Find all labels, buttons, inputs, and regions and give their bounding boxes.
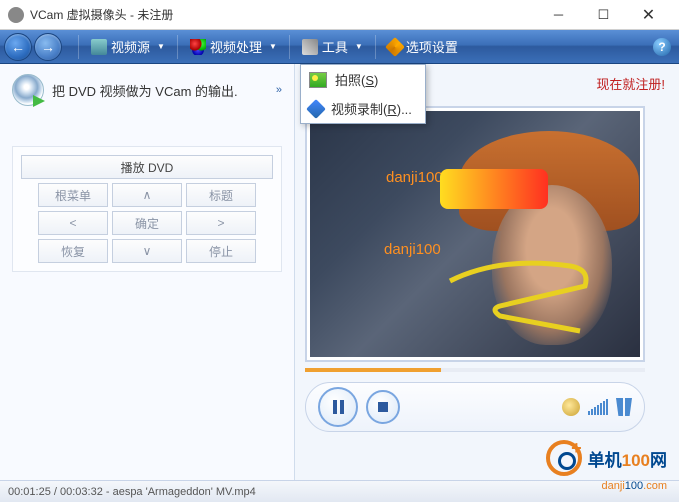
- ok-button[interactable]: 确定: [112, 211, 182, 235]
- nav-back-button[interactable]: ←: [4, 33, 32, 61]
- watermark-text: danji100: [386, 169, 443, 186]
- nav-forward-button[interactable]: →: [34, 33, 62, 61]
- video-process-menu[interactable]: 视频处理 ▼: [184, 33, 283, 61]
- stop-icon: [378, 402, 388, 412]
- logo-url: danji100.com: [602, 480, 667, 492]
- main-toolbar: ← → 视频源 ▼ 视频处理 ▼ 工具 ▼ 选项设置 ?: [0, 30, 679, 64]
- expand-icon[interactable]: »: [276, 84, 282, 96]
- video-content[interactable]: danji100 danji100: [310, 111, 640, 357]
- info-row: 把 DVD 视频做为 VCam 的输出. »: [12, 74, 282, 106]
- options-label: 选项设置: [406, 37, 458, 56]
- stop-playback-button[interactable]: [366, 390, 400, 424]
- video-process-icon: [190, 39, 206, 55]
- record-icon: [306, 99, 326, 119]
- mirror-icon[interactable]: [616, 398, 632, 416]
- help-button[interactable]: ?: [653, 38, 671, 56]
- minimize-button[interactable]: ─: [536, 0, 581, 30]
- title-button[interactable]: 标题: [186, 183, 256, 207]
- chevron-down-icon: ▼: [355, 42, 363, 51]
- maximize-button[interactable]: ☐: [581, 0, 626, 30]
- volume-indicator[interactable]: [588, 399, 608, 415]
- video-source-icon: [91, 39, 107, 55]
- logo-text: 单机100网: [588, 446, 667, 471]
- site-logo: 单机100网: [546, 440, 667, 476]
- left-pane: 把 DVD 视频做为 VCam 的输出. » 播放 DVD 根菜单 ∧ 标题 <…: [0, 64, 295, 480]
- chevron-down-icon: ▼: [157, 42, 165, 51]
- record-video-label: 视频录制(R)...: [331, 99, 412, 118]
- record-video-item[interactable]: 视频录制(R)...: [301, 94, 425, 123]
- app-icon: [8, 7, 24, 23]
- down-button[interactable]: ∨: [112, 239, 182, 263]
- chevron-down-icon: ▼: [269, 42, 277, 51]
- stop-button[interactable]: 停止: [186, 239, 256, 263]
- pause-icon: [333, 400, 344, 414]
- annotation-scribble: [440, 251, 600, 341]
- status-bar: 00:01:25 / 00:03:32 - aespa 'Armageddon'…: [0, 480, 679, 502]
- logo-icon: [546, 440, 582, 476]
- playback-controls: [305, 382, 645, 432]
- status-text: 00:01:25 / 00:03:32 - aespa 'Armageddon'…: [8, 486, 256, 498]
- dvd-control-panel: 播放 DVD 根菜单 ∧ 标题 < 确定 > 恢复 ∨ 停止: [12, 146, 282, 272]
- watermark-text: danji100: [384, 241, 441, 258]
- play-dvd-button[interactable]: 播放 DVD: [21, 155, 273, 179]
- video-source-menu[interactable]: 视频源 ▼: [85, 33, 171, 61]
- disc-icon: [12, 74, 44, 106]
- content-area: 把 DVD 视频做为 VCam 的输出. » 播放 DVD 根菜单 ∧ 标题 <…: [0, 64, 679, 480]
- pause-button[interactable]: [318, 387, 358, 427]
- title-bar: VCam 虚拟摄像头 - 未注册 ─ ☐ ✕: [0, 0, 679, 30]
- options-icon: [385, 37, 405, 57]
- progress-fill: [305, 368, 441, 372]
- tools-icon: [302, 39, 318, 55]
- take-photo-item[interactable]: 拍照(S): [301, 65, 425, 94]
- video-source-label: 视频源: [111, 37, 150, 56]
- up-button[interactable]: ∧: [112, 183, 182, 207]
- register-link[interactable]: 现在就注册!: [596, 74, 665, 93]
- resume-button[interactable]: 恢复: [38, 239, 108, 263]
- video-preview-frame: danji100 danji100: [305, 106, 645, 362]
- tools-label: 工具: [322, 37, 348, 56]
- root-menu-button[interactable]: 根菜单: [38, 183, 108, 207]
- photo-icon: [309, 72, 327, 88]
- color-overlay: [440, 169, 548, 209]
- right-button[interactable]: >: [186, 211, 256, 235]
- progress-bar[interactable]: [305, 368, 645, 372]
- close-button[interactable]: ✕: [626, 0, 671, 30]
- tools-dropdown: 拍照(S) 视频录制(R)...: [300, 64, 426, 124]
- right-pane: 现在就注册! danji100 danji100: [295, 64, 679, 480]
- options-button[interactable]: 选项设置: [382, 33, 464, 61]
- speaker-icon[interactable]: [562, 398, 580, 416]
- left-button[interactable]: <: [38, 211, 108, 235]
- take-photo-label: 拍照(S): [335, 70, 378, 89]
- window-title: VCam 虚拟摄像头 - 未注册: [30, 6, 536, 23]
- video-process-label: 视频处理: [210, 37, 262, 56]
- tools-menu[interactable]: 工具 ▼: [296, 33, 369, 61]
- info-text: 把 DVD 视频做为 VCam 的输出.: [52, 81, 268, 100]
